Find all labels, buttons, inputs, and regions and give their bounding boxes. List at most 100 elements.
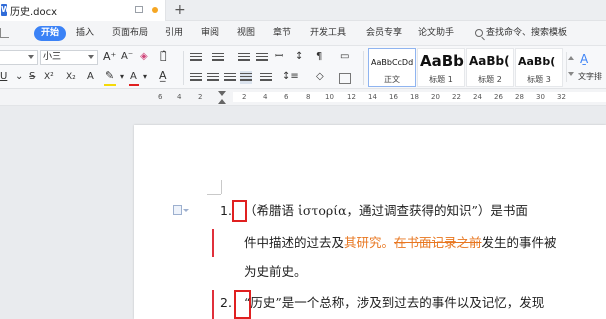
new-tab-plus-icon[interactable]: + (174, 1, 186, 19)
ruler-number: 6 (284, 93, 289, 101)
chevron-down-icon (28, 55, 34, 59)
chinese-layout-icon[interactable]: ꟷ (275, 50, 283, 64)
ruler-number: 24 (473, 93, 482, 101)
ruler-number: 8 (306, 93, 311, 101)
document-tab[interactable]: W 历史.docx (0, 0, 166, 21)
paragraph-layout-icon[interactable] (173, 205, 189, 215)
list-number-1: 1. (220, 203, 232, 218)
ruler-number: 32 (557, 93, 566, 101)
shading-fill-icon[interactable]: ◇ (316, 70, 324, 84)
ruler-number: 18 (410, 93, 419, 101)
command-search-input[interactable]: 查找命令、搜索模板 (486, 21, 567, 46)
revision-bar (212, 290, 214, 319)
document-page[interactable] (134, 125, 606, 319)
font-name-combo[interactable] (0, 50, 38, 65)
underline-button[interactable]: U (0, 70, 7, 84)
style-gallery-scroll[interactable] (566, 52, 574, 82)
menu-collapse-icon[interactable] (0, 28, 9, 38)
align-center-icon[interactable] (207, 73, 219, 83)
text-tools-icon[interactable]: A̱ (580, 52, 588, 66)
character-border-icon[interactable]: A̲ (159, 69, 167, 83)
highlight-pen-icon[interactable]: ✎ (105, 69, 114, 83)
ruler-number: 22 (452, 93, 461, 101)
restore-window-icon[interactable] (135, 6, 143, 13)
menu-tab-home[interactable]: 开始 (34, 26, 67, 41)
subscript-button[interactable]: X₂ (66, 70, 76, 84)
align-left-icon[interactable] (190, 73, 202, 83)
justify-icon[interactable] (240, 71, 252, 84)
sort-icon[interactable]: ↕ (295, 50, 303, 64)
menu-tab-chapter[interactable]: 章节 (273, 21, 291, 46)
title-bar: W 历史.docx + (0, 0, 606, 21)
ruler-number: 14 (368, 93, 377, 101)
borders-icon[interactable] (339, 73, 351, 84)
horizontal-ruler[interactable]: 6 4 2 2 4 6 8 10 12 14 16 18 20 22 24 26… (0, 89, 606, 106)
menu-tab-developer[interactable]: 开发工具 (310, 21, 346, 46)
menu-tab-references[interactable]: 引用 (165, 21, 183, 46)
chevron-down-icon[interactable]: ▾ (143, 70, 147, 84)
increase-indent-icon[interactable] (256, 53, 268, 63)
list-number-2: 2. (220, 295, 232, 310)
font-size-combo[interactable]: 小三 (40, 50, 98, 65)
inserted-text: 其研究。 (344, 235, 395, 250)
style-gallery: AaBbCcDd 正文 AaBb 标题 1 AaBb( 标题 2 AaBb( 标… (366, 47, 566, 88)
bullet-list-icon[interactable] (190, 53, 202, 63)
unsaved-dot-icon (152, 7, 158, 13)
ruler-number: 2 (198, 93, 203, 101)
font-color-button[interactable]: A (130, 70, 137, 84)
document-tab-title: 历史.docx (10, 7, 58, 18)
search-icon[interactable] (475, 29, 483, 37)
ruler-number: 10 (325, 93, 334, 101)
ruler-number: 26 (494, 93, 503, 101)
grow-font-icon[interactable]: A⁺ (103, 50, 116, 64)
margin-crop-mark (207, 194, 221, 195)
show-marks-icon[interactable]: ¶ (316, 50, 322, 64)
menu-tab-page-layout[interactable]: 页面布局 (112, 21, 148, 46)
chevron-down-icon (88, 55, 94, 59)
first-line-indent-marker[interactable] (218, 91, 226, 96)
table-tools-icon[interactable]: ▭ (340, 50, 349, 64)
chevron-down-icon[interactable]: ▾ (120, 70, 124, 84)
ruler-number: 30 (536, 93, 545, 101)
style-heading-2[interactable]: AaBb( 标题 2 (466, 48, 514, 87)
decrease-indent-icon[interactable] (238, 53, 250, 63)
line-spacing-icon[interactable]: ↕≡ (282, 70, 299, 84)
menu-tab-view[interactable]: 视图 (237, 21, 255, 46)
list-item-1-line-3[interactable]: 为史前史。 (244, 263, 307, 281)
font-size-value: 小三 (43, 52, 62, 62)
list-item-2-line-1[interactable]: “历史”是一个总称，涉及到过去的事件以及记忆，发现 (244, 294, 544, 312)
clear-format-icon[interactable]: ◈ (140, 50, 148, 64)
revision-bar (212, 229, 214, 257)
style-normal[interactable]: AaBbCcDd 正文 (368, 48, 416, 87)
ruler-number: 16 (389, 93, 398, 101)
ruler-number: 4 (263, 93, 268, 101)
shrink-font-icon[interactable]: A⁻ (121, 50, 133, 64)
align-right-icon[interactable] (224, 73, 236, 83)
ruler-number: 4 (177, 93, 182, 101)
ribbon-divider (363, 51, 364, 85)
style-heading-3[interactable]: AaBb( 标题 3 (515, 48, 563, 87)
ruler-number: 12 (347, 93, 356, 101)
menu-tab-review[interactable]: 审阅 (201, 21, 219, 46)
font-color-bar (129, 84, 139, 86)
list-item-1-line-2[interactable]: 件中描述的过去及其研究。在书面记录之前发生的事件被 (244, 234, 557, 252)
highlight-color-bar (104, 84, 116, 86)
deleted-text: 在书面记录之前 (394, 235, 482, 250)
ruler-number: 28 (515, 93, 524, 101)
text-effect-button[interactable]: A (87, 70, 94, 84)
underline-dropdown-icon[interactable]: ⌄ (15, 70, 23, 84)
menu-tab-member[interactable]: 会员专享 (366, 21, 402, 46)
text-tools-label[interactable]: 文字排 (578, 70, 602, 84)
style-heading-1[interactable]: AaBb 标题 1 (417, 48, 465, 87)
distribute-icon[interactable] (260, 73, 272, 83)
pinyin-guide-icon[interactable]: 文̂ (160, 49, 167, 63)
numbered-list-icon[interactable] (212, 53, 224, 63)
superscript-button[interactable]: X² (44, 70, 54, 84)
hanging-indent-marker[interactable] (218, 99, 226, 104)
ruler-number: 6 (158, 93, 163, 101)
strikethrough-button[interactable]: S̶ (29, 70, 35, 84)
list-item-1-line-1[interactable]: （希腊语 ἱστορία，通过调查获得的知识”）是书面 (244, 202, 528, 220)
menu-tab-thesis[interactable]: 论文助手 (418, 21, 454, 46)
margin-crop-mark (221, 180, 222, 194)
menu-tab-insert[interactable]: 插入 (76, 21, 94, 46)
